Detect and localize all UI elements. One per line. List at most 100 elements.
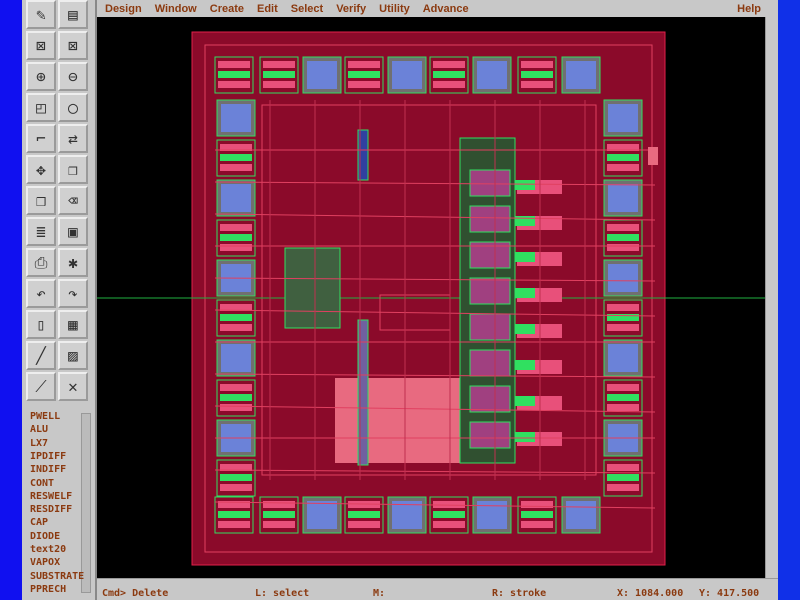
stack-icon[interactable]: ≣ (26, 217, 56, 246)
menu-select[interactable]: Select (291, 3, 323, 15)
menu-utility[interactable]: Utility (379, 3, 410, 15)
bond-pad-metal (307, 61, 337, 89)
io-cell-stripe (433, 81, 465, 88)
menu-help[interactable]: Help (737, 3, 761, 15)
bond-pad-metal (221, 104, 251, 132)
stretch-icon[interactable]: ⇄ (58, 124, 88, 153)
layer-item[interactable]: RESDIFF (30, 504, 72, 515)
bond-pad-metal (608, 264, 638, 292)
io-cell-stripe (218, 511, 250, 518)
layer-item[interactable]: SUBSTRATE (30, 571, 84, 582)
measure-icon[interactable]: ⟋ (26, 372, 56, 401)
status-x-coord: X: 1084.000 (617, 588, 684, 599)
layer-item[interactable]: CAP (30, 517, 48, 528)
io-cell-stripe (220, 244, 252, 251)
io-cell-stripe (348, 71, 380, 78)
io-cell-stripe (607, 404, 639, 411)
bond-pad-metal (392, 61, 422, 89)
menu-create[interactable]: Create (210, 3, 244, 15)
horizontal-scrollbar[interactable] (97, 578, 778, 588)
io-cell-stripe (348, 511, 380, 518)
print-icon[interactable]: ⎙ (26, 248, 56, 277)
debug-icon[interactable]: ✱ (58, 248, 88, 277)
layout-canvas[interactable] (97, 17, 765, 578)
layer-palette-icon[interactable]: ▤ (58, 0, 88, 29)
io-cell-stripe (220, 314, 252, 321)
zoom-out-icon[interactable]: ⊖ (58, 62, 88, 91)
vertical-scrollbar[interactable] (765, 17, 778, 578)
io-cell-stripe (607, 164, 639, 171)
capacitor (335, 378, 460, 463)
select-icon[interactable]: ◰ (26, 93, 56, 122)
io-cell-stripe (607, 234, 639, 241)
layer-item[interactable]: ALU (30, 424, 48, 435)
layer-item[interactable]: IPDIFF (30, 451, 66, 462)
polygon-icon[interactable]: ◯ (58, 93, 88, 122)
layer-item[interactable]: INDIFF (30, 464, 66, 475)
io-cell-stripe (220, 474, 252, 481)
redo-icon[interactable]: ↷ (58, 279, 88, 308)
save-icon[interactable]: ▣ (58, 217, 88, 246)
io-cell-stripe (607, 154, 639, 161)
io-cell-stripe (220, 224, 252, 231)
zoom-fit-icon[interactable]: ⊠ (58, 31, 88, 60)
3d-icon[interactable]: ▨ (58, 341, 88, 370)
contact (515, 288, 535, 298)
io-cell-stripe (607, 464, 639, 471)
bond-pad-metal (608, 104, 638, 132)
status-left-button: L: select (255, 588, 310, 599)
cross-icon[interactable]: ✕ (58, 372, 88, 401)
layer-item[interactable]: DIODE (30, 531, 60, 542)
pen-icon[interactable]: ╱ (26, 341, 56, 370)
menu-edit[interactable]: Edit (257, 3, 278, 15)
draw-icon[interactable]: ✎ (26, 0, 56, 29)
menu-window[interactable]: Window (155, 3, 197, 15)
analog-block (284, 247, 341, 329)
menu-bar: Design Window Create Edit Select Verify … (97, 0, 778, 17)
io-cell-stripe (433, 71, 465, 78)
io-cell-stripe (220, 384, 252, 391)
layer-list-scrollbar[interactable] (81, 413, 91, 593)
contact (515, 360, 535, 370)
io-cell-stripe (607, 474, 639, 481)
contact (515, 216, 535, 226)
layer-item[interactable]: CONT (30, 478, 54, 489)
layer-item[interactable]: VAPOX (30, 557, 60, 568)
cell (469, 205, 511, 233)
io-cell-stripe (348, 81, 380, 88)
io-cell-stripe (220, 234, 252, 241)
io-cell-stripe (263, 511, 295, 518)
layer-item[interactable]: PWELL (30, 411, 60, 422)
io-cell-stripe (521, 61, 553, 68)
move-icon[interactable]: ✥ (26, 155, 56, 184)
undo-icon[interactable]: ↶ (26, 279, 56, 308)
path-icon[interactable]: ⌐ (26, 124, 56, 153)
bond-pad-metal (477, 61, 507, 89)
io-cell-stripe (521, 81, 553, 88)
menu-verify[interactable]: Verify (336, 3, 366, 15)
layer-item[interactable]: RESWELF (30, 491, 72, 502)
layer-item[interactable]: LX7 (30, 438, 48, 449)
menu-design[interactable]: Design (105, 3, 142, 15)
delete-icon[interactable]: ⌫ (58, 186, 88, 215)
io-cell-stripe (607, 394, 639, 401)
layer-item[interactable]: PPRECH (30, 584, 66, 595)
door-icon[interactable]: ▯ (26, 310, 56, 339)
menu-advance[interactable]: Advance (423, 3, 469, 15)
ruler-icon[interactable]: ▦ (58, 310, 88, 339)
zoom-in-icon[interactable]: ⊕ (26, 62, 56, 91)
bond-pad-metal (608, 344, 638, 372)
cell (469, 313, 511, 341)
io-cell-stripe (218, 71, 250, 78)
layer-item[interactable]: text20 (30, 544, 66, 555)
io-cell-stripe (348, 521, 380, 528)
fit-icon[interactable]: ⊠ (26, 31, 56, 60)
copy-icon[interactable]: ❐ (58, 155, 88, 184)
tool-palette: ✎ ▤ ⊠ ⊠ ⊕ ⊖ ◰ ◯ ⌐ ⇄ ✥ ❐ ❒ ⌫ ≣ ▣ ⎙ ✱ ↶ ↷ ▯ ▦ ╱ ▨ ⟋ ✕ (22, 0, 97, 405)
io-cell-stripe (607, 244, 639, 251)
paste-icon[interactable]: ❒ (26, 186, 56, 215)
io-cell-stripe (521, 71, 553, 78)
io-cell-stripe (220, 324, 252, 331)
contact (515, 324, 535, 334)
io-cell-stripe (218, 81, 250, 88)
